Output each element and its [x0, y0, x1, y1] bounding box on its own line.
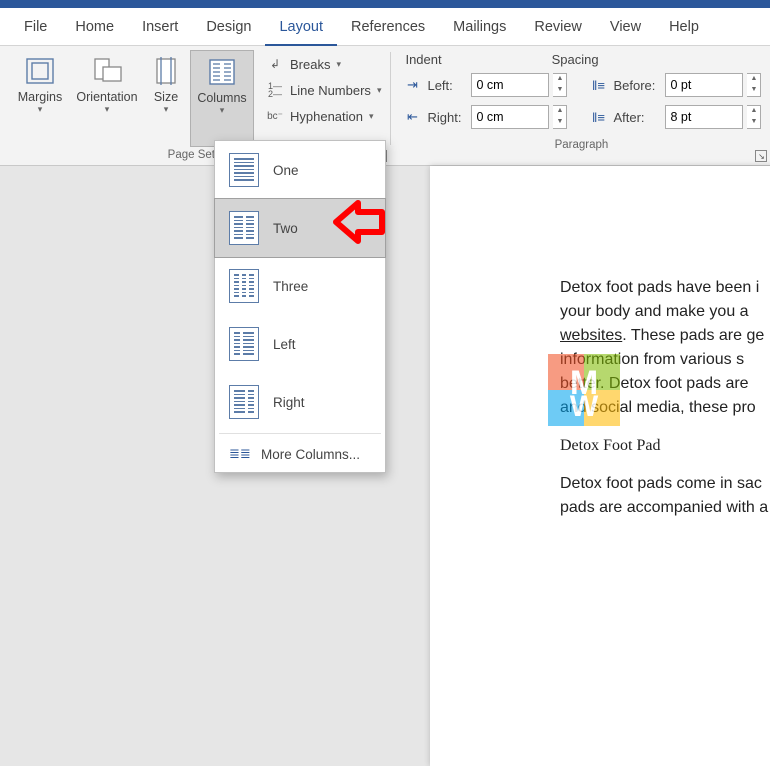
menu-bar: File Home Insert Design Layout Reference… [0, 8, 770, 46]
more-columns-icon: ≣≣ [229, 446, 249, 462]
columns-option-one[interactable]: One [215, 141, 385, 199]
margins-button[interactable]: Margins ▾ [10, 50, 70, 147]
spacing-heading: Spacing [552, 52, 599, 67]
chevron-down-icon: ▾ [220, 105, 225, 115]
chevron-down-icon: ▾ [369, 111, 374, 121]
columns-option-label: Left [273, 337, 296, 352]
indent-right-icon: ⇤ [401, 109, 423, 125]
columns-label: Columns [197, 91, 246, 105]
columns-option-left[interactable]: Left [215, 315, 385, 373]
size-icon [149, 56, 183, 86]
more-columns-button[interactable]: ≣≣ More Columns... [215, 436, 385, 472]
left-column-icon [229, 327, 259, 361]
group-paragraph: Indent Spacing ⇥ Left: ▲▼ ⇤ Right: ▲▼ [391, 46, 770, 165]
menu-separator [219, 433, 381, 434]
indent-left-spinner[interactable]: ▲▼ [553, 73, 567, 97]
columns-option-label: Right [273, 395, 305, 410]
margins-label: Margins [18, 90, 62, 104]
columns-dropdown: One Two Three Left Right ≣≣ More Columns… [214, 140, 386, 473]
spacing-after-icon: ‖≡ [587, 109, 609, 125]
spacing-before-icon: ‖≡ [587, 77, 609, 93]
orientation-label: Orientation [76, 90, 137, 104]
group-label-paragraph: Paragraph [401, 137, 761, 153]
spacing-after-label: After: [613, 110, 661, 125]
hyphenation-icon: bc⁻ [266, 108, 284, 124]
hyphenation-label: Hyphenation [290, 109, 363, 124]
indent-heading: Indent [405, 52, 441, 67]
breaks-button[interactable]: ↲ Breaks ▾ [262, 54, 385, 74]
breaks-label: Breaks [290, 57, 330, 72]
columns-option-right[interactable]: Right [215, 373, 385, 431]
indent-left-input[interactable] [471, 73, 549, 97]
chevron-down-icon: ▾ [164, 104, 169, 114]
more-columns-label: More Columns... [261, 447, 360, 462]
tab-design[interactable]: Design [192, 8, 265, 46]
watermark-logo: MW [548, 354, 620, 426]
margins-icon [23, 56, 57, 86]
tab-view[interactable]: View [596, 8, 655, 46]
right-column-icon [229, 385, 259, 419]
indent-right-input[interactable] [471, 105, 549, 129]
one-column-icon [229, 153, 259, 187]
tab-file[interactable]: File [10, 8, 61, 46]
three-column-icon [229, 269, 259, 303]
line-numbers-label: Line Numbers [290, 83, 371, 98]
tab-review[interactable]: Review [520, 8, 596, 46]
body-text: Detox Foot Pad [560, 434, 770, 458]
tab-home[interactable]: Home [61, 8, 128, 46]
indent-right-spinner[interactable]: ▲▼ [553, 105, 567, 129]
spacing-after-spinner[interactable]: ▲▼ [747, 105, 761, 129]
chevron-down-icon: ▾ [105, 104, 110, 114]
two-column-icon [229, 211, 259, 245]
tab-insert[interactable]: Insert [128, 8, 192, 46]
columns-option-label: Three [273, 279, 308, 294]
hyphenation-button[interactable]: bc⁻ Hyphenation ▾ [262, 106, 385, 126]
chevron-down-icon: ▾ [377, 85, 382, 95]
indent-left-label: Left: [427, 78, 467, 93]
line-numbers-button[interactable]: 1—2— Line Numbers ▾ [262, 80, 385, 100]
breaks-icon: ↲ [266, 56, 284, 72]
columns-option-label: One [273, 163, 299, 178]
indent-left-icon: ⇥ [401, 77, 423, 93]
size-label: Size [154, 90, 178, 104]
paragraph-launcher[interactable]: ↘ [755, 150, 767, 162]
columns-icon [205, 57, 239, 87]
tab-help[interactable]: Help [655, 8, 713, 46]
spacing-before-label: Before: [613, 78, 661, 93]
indent-right-label: Right: [427, 110, 467, 125]
tab-layout[interactable]: Layout [265, 8, 337, 46]
spacing-after-input[interactable] [665, 105, 743, 129]
columns-option-three[interactable]: Three [215, 257, 385, 315]
chevron-down-icon: ▾ [38, 104, 43, 114]
document-page[interactable]: Detox foot pads have been i your body an… [430, 166, 770, 766]
columns-button[interactable]: Columns ▾ [190, 50, 254, 147]
body-text: Detox foot pads come in sac pads are acc… [560, 472, 770, 520]
spacing-before-input[interactable] [665, 73, 743, 97]
columns-option-label: Two [273, 221, 298, 236]
chevron-down-icon: ▾ [336, 59, 341, 69]
spacing-before-spinner[interactable]: ▲▼ [747, 73, 761, 97]
size-button[interactable]: Size ▾ [144, 50, 188, 147]
line-numbers-icon: 1—2— [266, 82, 284, 98]
orientation-button[interactable]: Orientation ▾ [72, 50, 142, 147]
tab-references[interactable]: References [337, 8, 439, 46]
orientation-icon [90, 56, 124, 86]
tab-mailings[interactable]: Mailings [439, 8, 520, 46]
annotation-arrow-icon [332, 195, 386, 254]
